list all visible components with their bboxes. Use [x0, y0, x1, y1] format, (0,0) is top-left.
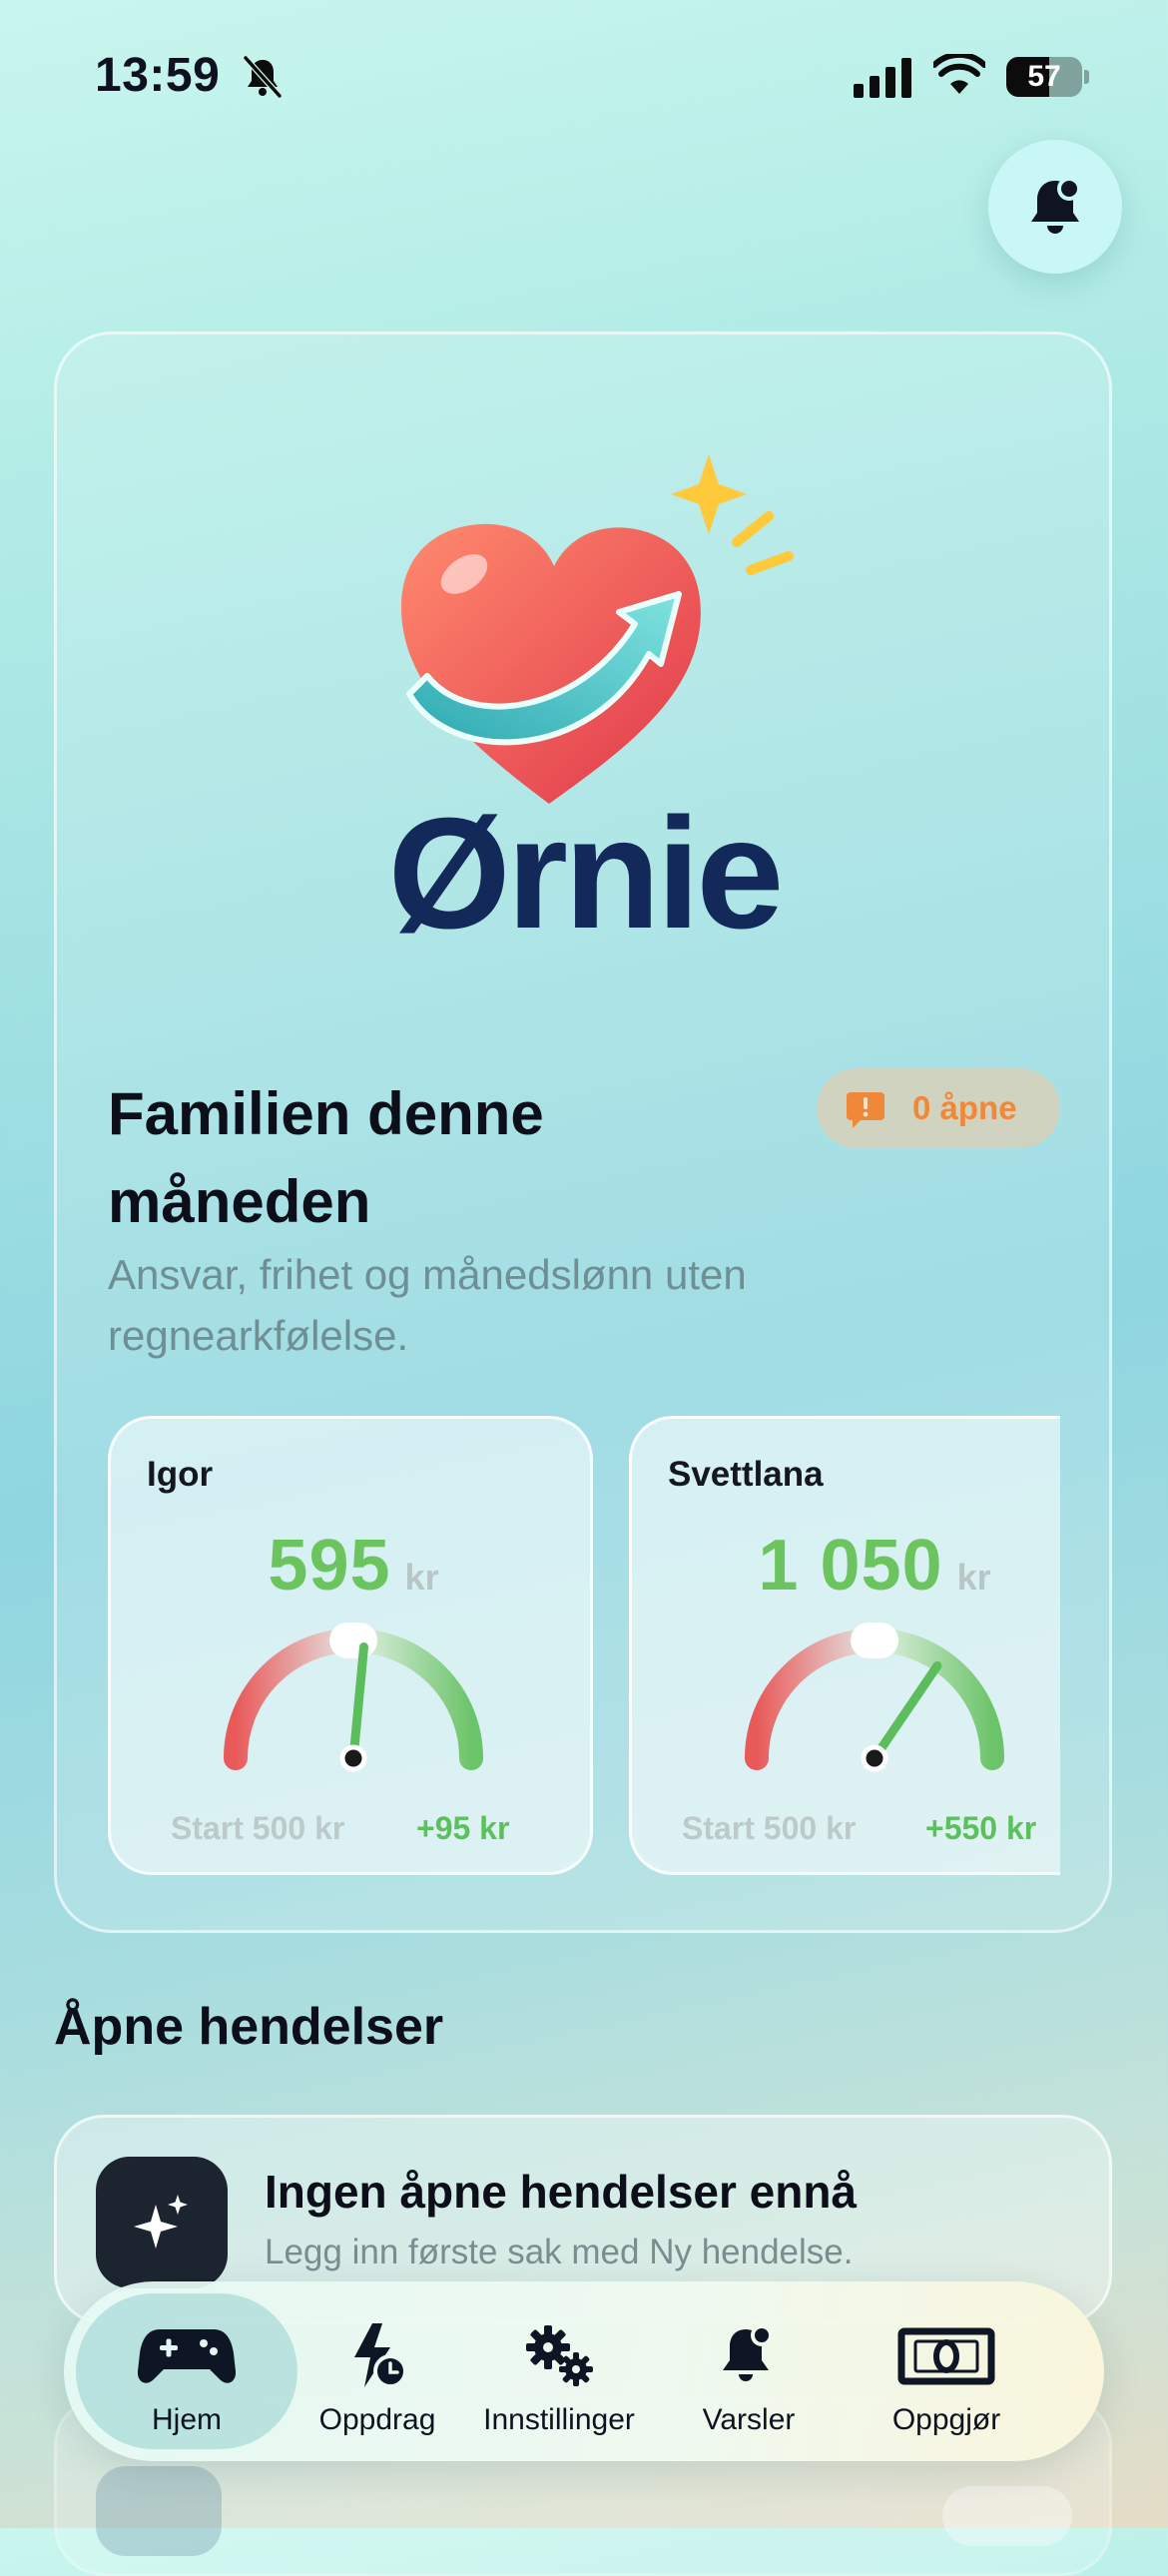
tab-label: Oppgjør: [891, 2403, 1001, 2436]
section-title-open-events: Åpne hendelser: [54, 1998, 444, 2056]
gauge-needle: [348, 1641, 369, 1763]
banknote-icon: [897, 2327, 995, 2385]
kid-card-svettlana[interactable]: Svettlana 1 050 kr Start 500 kr +550 kr: [629, 1416, 1060, 1875]
empty-events-title: Ingen åpne hendelser ennå: [265, 2166, 858, 2218]
alert-message-icon: [847, 1092, 884, 1128]
gauge-hub: [861, 1744, 888, 1772]
kid-balance-value: 595: [268, 1526, 391, 1606]
kid-delta-amount: +550 kr: [925, 1810, 1037, 1846]
sparkles-tile: [96, 2157, 228, 2288]
brand-wordmark: Ørnie: [387, 786, 785, 962]
silent-mode-icon: [243, 55, 283, 99]
kids-carousel[interactable]: Igor 595 kr Start 500 kr +95 kr Svettlana…: [108, 1416, 1060, 1877]
gamepad-icon: [138, 2329, 236, 2383]
gauge-top-marker: [851, 1622, 898, 1658]
open-events-badge[interactable]: 0 åpne: [817, 1068, 1060, 1148]
tab-oppgjor[interactable]: Oppgjør: [837, 2293, 1056, 2449]
sparkles-icon: [134, 2195, 188, 2249]
tab-oppdrag[interactable]: Oppdrag: [297, 2293, 457, 2449]
wifi-icon: [933, 54, 985, 94]
kid-start-amount: Start 500 kr: [171, 1810, 345, 1846]
kid-delta-amount: +95 kr: [416, 1810, 510, 1846]
gauge-needle: [870, 1660, 942, 1763]
faded-list-icon: [96, 2466, 222, 2556]
kid-balance-unit: kr: [404, 1557, 439, 1598]
bolt-clock-icon: [354, 2323, 407, 2388]
tab-label: Innstillinger: [483, 2403, 635, 2436]
open-events-count: 0 åpne: [912, 1089, 1017, 1126]
tab-hjem[interactable]: Hjem: [76, 2293, 297, 2449]
summary-subtitle: Ansvar, frihet og månedslønn uten regnea…: [108, 1251, 747, 1359]
kid-balance: 595 kr: [111, 1525, 596, 1607]
status-time: 13:59: [95, 49, 221, 102]
bell-badge-icon: [723, 2324, 773, 2381]
bell-badge-icon: [1031, 177, 1081, 234]
cellular-signal-icon: [854, 58, 911, 98]
status-bar: 13:59 57: [0, 0, 1168, 150]
gauge-hub: [339, 1744, 367, 1772]
kid-balance: 1 050 kr: [632, 1525, 1060, 1607]
tab-bar: Hjem Oppdrag Innstillinger Varsler Oppgj…: [64, 2281, 1104, 2461]
kid-balance-unit: kr: [956, 1557, 991, 1598]
tab-varsler[interactable]: Varsler: [661, 2293, 837, 2449]
kid-card-igor[interactable]: Igor 595 kr Start 500 kr +95 kr: [108, 1416, 593, 1875]
faded-list-button: [942, 2486, 1072, 2546]
kid-name: Igor: [147, 1455, 214, 1494]
balance-gauge: [224, 1622, 483, 1772]
tab-label: Varsler: [702, 2403, 796, 2436]
tab-label: Hjem: [151, 2403, 222, 2436]
balance-gauge: [745, 1622, 1004, 1772]
kid-name: Svettlana: [668, 1455, 824, 1494]
gauge-top-marker: [329, 1622, 377, 1658]
notifications-button[interactable]: [988, 140, 1122, 274]
tab-label: Oppdrag: [318, 2403, 436, 2436]
empty-events-subtitle: Legg inn første sak med Ny hendelse.: [265, 2233, 854, 2271]
battery-indicator: 57: [1006, 57, 1089, 97]
gears-icon: [526, 2325, 593, 2386]
heart-arrow-logo-icon: [400, 454, 794, 804]
battery-percent: 57: [1027, 60, 1061, 93]
kid-balance-value: 1 050: [758, 1526, 943, 1606]
kid-start-amount: Start 500 kr: [682, 1810, 857, 1846]
tab-innstillinger[interactable]: Innstillinger: [457, 2293, 661, 2449]
summary-title: Familien denne måneden: [108, 1080, 544, 1235]
